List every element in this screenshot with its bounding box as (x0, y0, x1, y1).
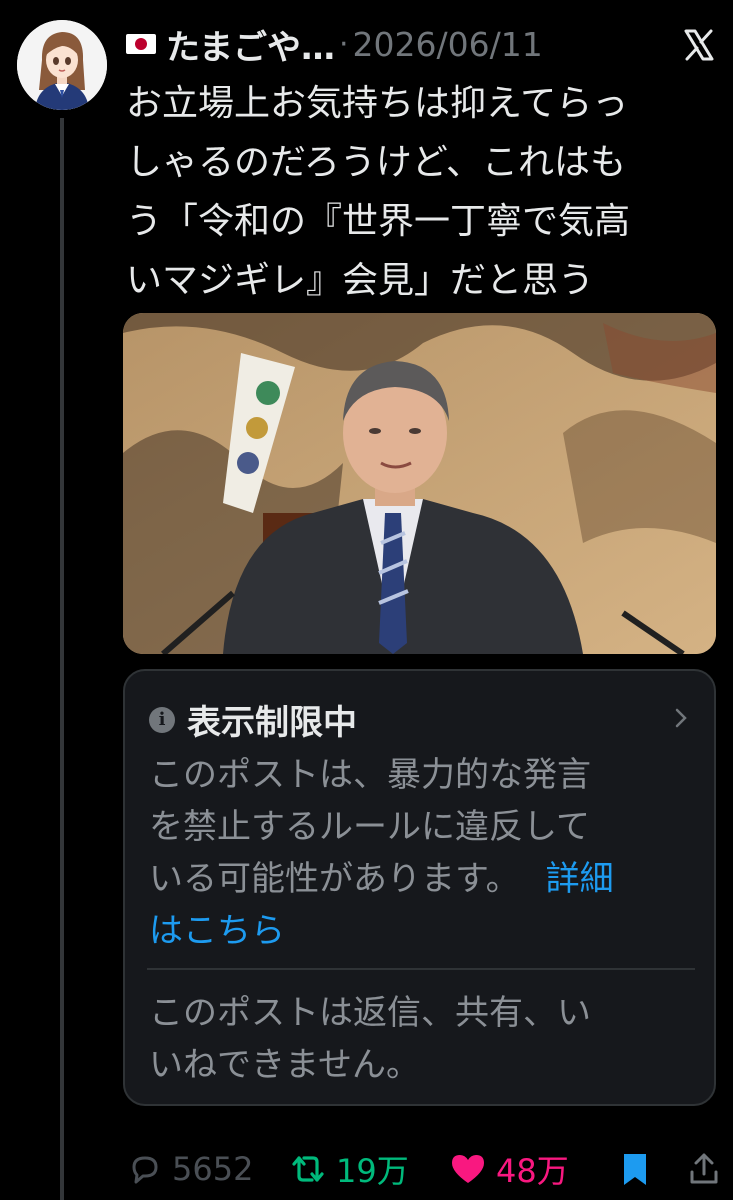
reply-icon (132, 1156, 158, 1184)
notice-divider (147, 968, 695, 970)
notice-footer-line: いねできません。 (149, 1045, 420, 1085)
tweet-header: たまごや… · 2026/06/11 (126, 18, 722, 70)
notice-title: 表示制限中 (187, 703, 357, 743)
tweet-text: お立場上お気持ちは抑えてらっ しゃるのだろうけど、これはも う「令和の『世界一丁… (126, 74, 722, 310)
reply-count: 5652 (172, 1150, 254, 1188)
like-count: 48万 (496, 1152, 569, 1190)
x-logo-icon (684, 29, 714, 61)
tweet-text-line: お立場上お気持ちは抑えてらっ (126, 83, 629, 124)
learn-more-link-cont[interactable]: はこちら (149, 911, 285, 951)
tweet-text-line: う「令和の『世界一丁寧で気高 (126, 201, 631, 242)
notice-body: このポストは、暴力的な発言 を禁止するルールに違反して いる可能性があります。詳… (149, 749, 695, 957)
tweet-screen: たまごや… · 2026/06/11 お立場上お気持ちは抑えてらっ しゃるのだろ… (0, 0, 733, 1200)
bookmark-button[interactable] (618, 1146, 652, 1192)
heart-icon (452, 1155, 484, 1183)
repost-icon (292, 1156, 324, 1182)
notice-body-line: このポストは、暴力的な発言 (149, 755, 591, 795)
learn-more-link[interactable]: 詳細 (546, 859, 614, 899)
like-button[interactable]: 48万 (448, 1146, 569, 1192)
tweet-text-line: しゃるのだろうけど、これはも (126, 142, 627, 183)
separator-dot: · (338, 26, 349, 62)
info-icon: i (149, 706, 175, 733)
photo-press-conference (123, 313, 716, 654)
notice-header: i 表示制限中 (149, 695, 357, 744)
visibility-notice[interactable]: i 表示制限中 このポストは、暴力的な発言 を禁止するルールに違反して いる可能… (123, 669, 716, 1106)
tweet-text-line: いマジギレ』会見」だと思う (126, 260, 595, 301)
notice-body-line: はこちら (149, 905, 695, 957)
reply-button[interactable]: 5652 (126, 1146, 253, 1192)
avatar[interactable] (17, 20, 107, 110)
media-image[interactable] (123, 313, 716, 654)
share-icon (690, 1153, 718, 1184)
repost-count: 19万 (336, 1152, 409, 1190)
repost-button[interactable]: 19万 (288, 1146, 409, 1192)
notice-body-line: いる可能性があります。 詳細 (149, 853, 695, 905)
action-bar: 5652 19万 48万 (126, 1146, 722, 1192)
author-name[interactable]: たまごや… (166, 20, 335, 69)
bookmark-icon (624, 1154, 646, 1185)
notice-body-text: いる可能性があります。 (149, 859, 520, 899)
notice-footer: このポストは返信、共有、い いねできません。 (149, 987, 695, 1091)
post-date[interactable]: 2026/06/11 (353, 25, 543, 64)
chevron-right-icon[interactable] (674, 707, 688, 729)
avatar-illustration (17, 20, 107, 110)
notice-body-line: を禁止するルールに違反して (149, 807, 590, 847)
share-button[interactable] (686, 1146, 722, 1192)
notice-footer-line: このポストは返信、共有、い (149, 993, 591, 1033)
japan-flag-icon (126, 34, 156, 54)
thread-line (60, 118, 64, 1200)
